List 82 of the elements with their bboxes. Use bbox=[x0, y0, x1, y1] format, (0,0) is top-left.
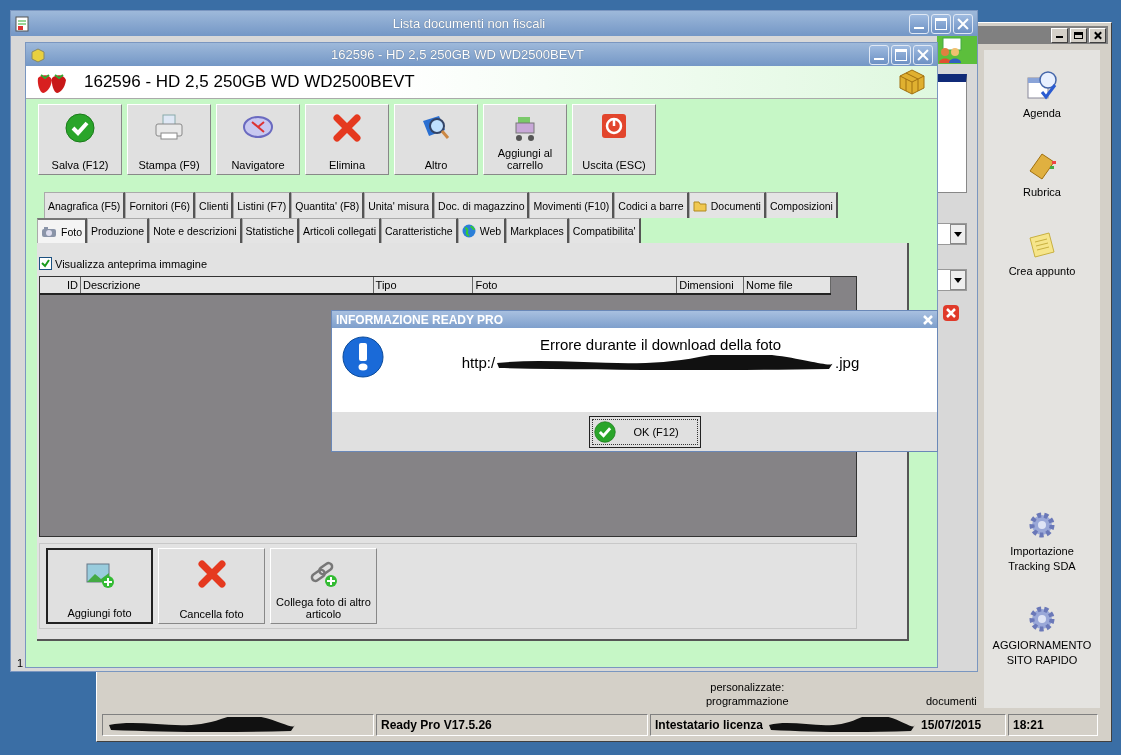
cross-icon bbox=[332, 113, 362, 143]
tab[interactable]: Doc. di magazzino bbox=[434, 192, 530, 218]
license-label: Intestatario licenza bbox=[655, 718, 764, 732]
tab[interactable]: Clienti bbox=[195, 192, 234, 218]
column-header[interactable]: Dimensioni bbox=[677, 277, 745, 293]
ok-button[interactable]: OK (F12) bbox=[588, 415, 701, 448]
tab[interactable]: Movimenti (F10) bbox=[529, 192, 615, 218]
shortcut-label: personalizzate: programmazione bbox=[706, 680, 789, 708]
check-icon bbox=[65, 113, 95, 143]
tab[interactable]: Codici a barre bbox=[614, 192, 689, 218]
compass-icon bbox=[242, 113, 274, 141]
camera-icon bbox=[41, 225, 57, 238]
toolbar-button[interactable]: Altro bbox=[394, 104, 478, 175]
photo-button[interactable]: Collega foto di altro articolo bbox=[270, 548, 377, 624]
toolbar-button[interactable]: Navigatore bbox=[216, 104, 300, 175]
window-title: Lista documenti non fiscali bbox=[391, 16, 547, 31]
people-icon bbox=[937, 37, 963, 63]
checkbox[interactable] bbox=[39, 257, 52, 270]
calendar-clock-icon bbox=[1026, 70, 1058, 102]
shortcut-label[interactable]: Agenda bbox=[1023, 106, 1061, 121]
tab[interactable]: Caratteristiche bbox=[381, 218, 458, 243]
tab[interactable]: Web bbox=[457, 218, 507, 243]
toolbar-button[interactable]: Aggiungi al carrello bbox=[483, 104, 567, 175]
toolbar-button[interactable]: Salva (F12) bbox=[38, 104, 122, 175]
tab[interactable]: Listini (F7) bbox=[233, 192, 292, 218]
cross-icon bbox=[196, 559, 227, 589]
tab[interactable]: Foto bbox=[37, 218, 87, 243]
date-text: 15/07/2015 bbox=[921, 718, 982, 732]
shortcut-label[interactable]: Crea appunto bbox=[1008, 264, 1076, 279]
printer-icon bbox=[153, 113, 185, 143]
gear-icon bbox=[1027, 510, 1057, 540]
tab[interactable]: Composizioni bbox=[765, 192, 838, 218]
tab[interactable]: Fornitori (F6) bbox=[125, 192, 196, 218]
tab[interactable]: Produzione bbox=[87, 218, 150, 243]
list-box[interactable] bbox=[937, 74, 967, 193]
tab[interactable]: Note e descrizioni bbox=[149, 218, 242, 243]
tab[interactable]: Unita' misura bbox=[364, 192, 435, 218]
column-header[interactable]: Descrizione bbox=[80, 277, 374, 293]
image-add-icon bbox=[83, 560, 116, 590]
column-header[interactable]: ID bbox=[40, 277, 81, 293]
toolbar-button[interactable]: Uscita (ESC) bbox=[572, 104, 656, 175]
tab[interactable]: Compatibilita' bbox=[568, 218, 641, 243]
article-heading: 162596 - HD 2,5 250GB WD WD2500BEVT bbox=[84, 72, 416, 93]
check-icon bbox=[593, 420, 616, 443]
tab[interactable]: Articoli collegati bbox=[299, 218, 381, 243]
dropdown[interactable] bbox=[937, 223, 967, 245]
time-text: 18:21 bbox=[1008, 714, 1098, 736]
toolbar-button[interactable]: Stampa (F9) bbox=[127, 104, 211, 175]
error-message: Errore durante il download della foto bbox=[540, 336, 781, 354]
window-title: 162596 - HD 2,5 250GB WD WD2500BEVT bbox=[330, 47, 585, 63]
tab[interactable]: Markplaces bbox=[506, 218, 569, 243]
url-text: http:/ bbox=[461, 354, 496, 372]
folder-icon bbox=[692, 199, 707, 212]
shortcut-label: documenti bbox=[926, 694, 977, 708]
shortcut-label[interactable]: Importazione Tracking SDA bbox=[992, 544, 1092, 574]
column-header[interactable]: Nome file bbox=[744, 277, 831, 293]
close-icon[interactable] bbox=[923, 314, 933, 325]
tab[interactable]: Documenti bbox=[688, 192, 766, 218]
version-text: Ready Pro V17.5.26 bbox=[376, 714, 648, 736]
record-count: 1 bbox=[17, 657, 25, 669]
dropdown[interactable] bbox=[937, 269, 967, 291]
tab[interactable]: Statistiche bbox=[241, 218, 300, 243]
exclamation-icon bbox=[342, 336, 384, 378]
document-list-icon bbox=[15, 15, 29, 32]
url-text: .jpg bbox=[835, 354, 860, 372]
photo-button[interactable]: Aggiungi foto bbox=[46, 548, 153, 624]
dialog-title: INFORMAZIONE READY PRO bbox=[336, 312, 504, 327]
globe-icon bbox=[461, 224, 476, 238]
box-icon bbox=[30, 46, 46, 63]
close-icon[interactable] bbox=[943, 305, 959, 321]
tab[interactable]: Anagrafica (F5) bbox=[44, 192, 126, 218]
power-icon bbox=[601, 113, 627, 139]
photo-button[interactable]: Cancella foto bbox=[158, 548, 265, 624]
column-header[interactable]: Foto bbox=[473, 277, 678, 293]
toolbar-button[interactable]: Elimina bbox=[305, 104, 389, 175]
checkbox-label: Visualizza anteprima immagine bbox=[55, 257, 208, 270]
note-icon bbox=[1027, 230, 1057, 260]
shortcut-label[interactable]: AGGIORNAMENTO SITO RAPIDO bbox=[992, 638, 1092, 668]
shortcut-label[interactable]: Rubrica bbox=[1023, 185, 1061, 200]
gear-icon bbox=[1027, 604, 1057, 634]
tab[interactable]: Quantita' (F8) bbox=[291, 192, 365, 218]
column-header[interactable]: Tipo bbox=[373, 277, 474, 293]
